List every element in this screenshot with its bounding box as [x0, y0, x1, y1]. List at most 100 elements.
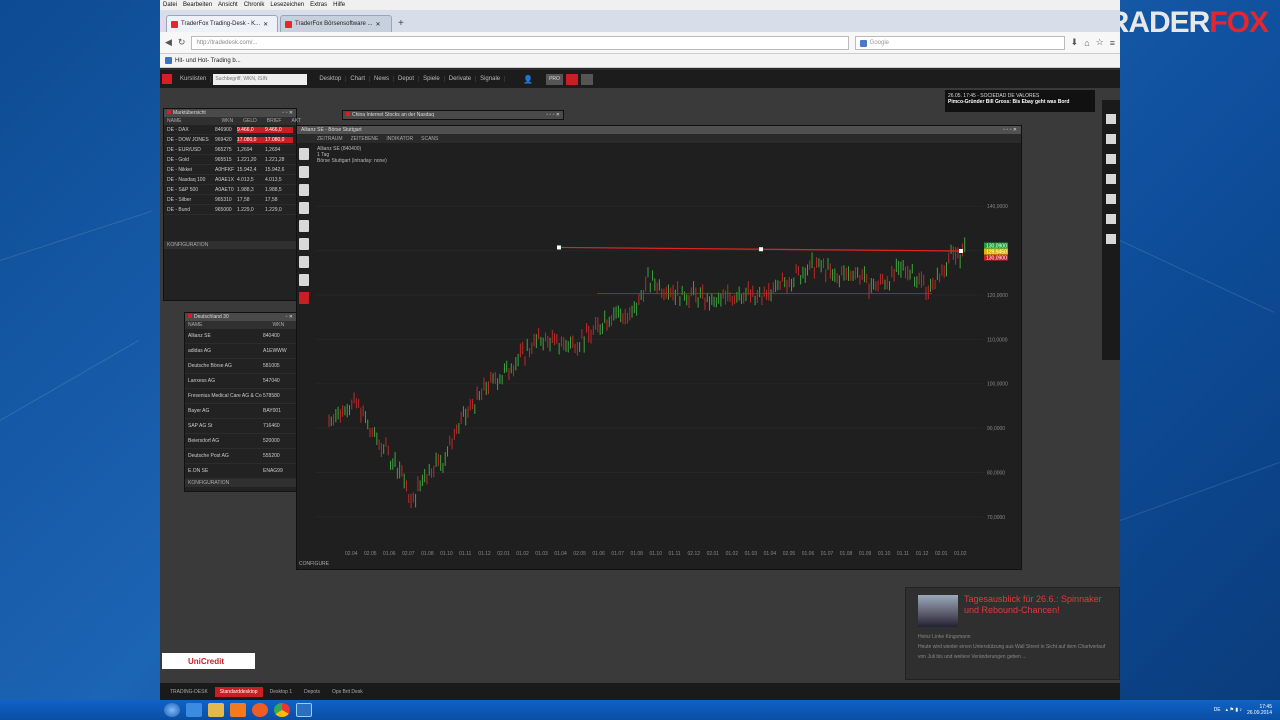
nav-kurslisten[interactable]: Kurslisten [176, 76, 212, 82]
ie-icon[interactable] [186, 703, 202, 717]
table-row[interactable]: DE - S&P 500 A0AET0 1.988,3 1.988,5 [164, 185, 296, 195]
table-row[interactable]: Fresenius Medical Care AG & Co 578580 [185, 389, 296, 404]
table-row[interactable]: DE - Nasdaq 100 A0AE1X 4.013,5 4.013,5 [164, 175, 296, 185]
desk-tab-2[interactable]: Desktop 1 [265, 687, 298, 697]
col-brief[interactable]: BRIEF [267, 118, 282, 124]
nav-news[interactable]: News [370, 76, 395, 82]
table-row[interactable]: Allianz SE 840400 [185, 329, 296, 344]
tray-icons[interactable]: ▴ ⚑ ▮ ♪ [1226, 707, 1242, 713]
explorer-icon[interactable] [208, 703, 224, 717]
browser-tab-1[interactable]: TraderFox Trading-Desk - K... ✕ [166, 15, 278, 32]
media-icon[interactable] [230, 703, 246, 717]
toolbar-indikator[interactable]: INDIKATOR [386, 136, 413, 142]
menu-extras[interactable]: Extras [310, 2, 327, 8]
table-row[interactable]: Beiersdorf AG 520000 [185, 434, 296, 449]
bookmark-item[interactable]: Hit- und Hot- Trading b... [175, 58, 241, 64]
desk-tab-0[interactable]: TRADING-DESK [165, 687, 213, 697]
start-icon[interactable] [164, 703, 180, 717]
panel-header[interactable]: China Internet Stocks an der Nasdaq ▫ ▫ ▫… [343, 111, 563, 119]
menu-ansicht[interactable]: Ansicht [218, 2, 238, 8]
lang-indicator[interactable]: DE [1214, 707, 1221, 713]
table-row[interactable]: Deutsche Börse AG 581005 [185, 359, 296, 374]
desk-tab-1[interactable]: Standarddesktop [214, 686, 263, 697]
menu-hilfe[interactable]: Hilfe [333, 2, 345, 8]
menu-chronik[interactable]: Chronik [244, 2, 265, 8]
toolbar-scans[interactable]: SCANS [421, 136, 438, 142]
download-icon[interactable]: ⬇ [1071, 37, 1079, 48]
window-controls[interactable]: ▫ ▫ ✕ [282, 110, 293, 116]
toolbar-zeitraum[interactable]: ZEITRAUM [317, 136, 343, 142]
table-row[interactable]: Lanxess AG 547040 [185, 374, 296, 389]
browser-tab-2[interactable]: TraderFox Börsensoftware ... ✕ [280, 15, 392, 32]
panel-footer[interactable]: KONFIGURATION [164, 241, 296, 249]
window-controls[interactable]: ▫ ▫ ▫ ✕ [546, 112, 560, 118]
news-title[interactable]: Tagesausblick für 26.6.: Spinnaker und R… [964, 594, 1114, 616]
menu-bearbeiten[interactable]: Bearbeiten [183, 2, 212, 8]
bell-icon[interactable] [1106, 214, 1116, 224]
table-row[interactable]: DE - Bund 965000 1.229,0 1.229,0 [164, 205, 296, 215]
chart-footer[interactable]: CONFIGURE [299, 561, 329, 567]
depot-icon[interactable] [1106, 174, 1116, 184]
news-ticker[interactable]: 26.05. 17:45 - SOCIEDAD DE VALORES Pimco… [945, 90, 1095, 112]
app-search-input[interactable]: Suchbegriff, WKN, ISIN [213, 73, 308, 85]
price-chart[interactable]: 140,0000130,0000120,0000110,0000100,0000… [297, 144, 1021, 564]
table-row[interactable]: DE - Gold 965515 1.221,20 1.221,28 [164, 155, 296, 165]
desk-tab-3[interactable]: Depots [299, 687, 325, 697]
col-wkn[interactable]: WKN [272, 322, 284, 328]
col-name[interactable]: NAME [188, 322, 202, 328]
table-row[interactable]: E.ON SE ENAG99 [185, 464, 296, 479]
menu-lesezeichen[interactable]: Lesezeichen [270, 2, 304, 8]
clock[interactable]: 17:45 26.09.2014 [1247, 704, 1272, 716]
row-wkn: 578580 [263, 393, 280, 399]
reload-icon[interactable]: ↻ [178, 37, 186, 48]
home-icon[interactable]: ⌂ [1084, 38, 1089, 48]
time-tick-label: 01.02 [516, 551, 529, 557]
screen-button[interactable] [580, 73, 593, 85]
nav-signale[interactable]: Signale [476, 76, 506, 82]
table-row[interactable]: Deutsche Post AG 555200 [185, 449, 296, 464]
pro-button[interactable]: PRO [546, 73, 563, 85]
refresh-icon[interactable] [1106, 114, 1116, 124]
app-window-icon[interactable] [296, 703, 312, 717]
close-icon[interactable]: ✕ [263, 21, 268, 28]
desk-tab-4[interactable]: Ops Brit Desk [327, 687, 368, 697]
col-akt[interactable]: AKT [291, 118, 301, 124]
window-controls[interactable]: ▫ ✕ [286, 314, 293, 320]
toolbar-zeitebene[interactable]: ZEITEBENE [351, 136, 379, 142]
firefox-icon[interactable] [252, 703, 268, 717]
counter-icon[interactable] [1106, 134, 1116, 144]
nav-depot[interactable]: Depot [394, 76, 420, 82]
nav-desktop[interactable]: Desktop [315, 76, 347, 82]
back-icon[interactable]: ◀ [165, 37, 172, 48]
table-row[interactable]: DE - DAX 846900 9.466,0 9.466,0 [164, 125, 296, 135]
nav-chart[interactable]: Chart [346, 76, 371, 82]
url-bar[interactable]: http://tradedesk.com/... [191, 35, 849, 50]
edit-icon[interactable] [1106, 234, 1116, 244]
table-row[interactable]: DE - Silber 965310 17,58 17,58 [164, 195, 296, 205]
bookmark-star-icon[interactable]: ☆ [1096, 37, 1104, 48]
col-geld[interactable]: GELD [243, 118, 257, 124]
nav-derivate[interactable]: Derivate [445, 76, 477, 82]
table-row[interactable]: DE - Nikkei A0HFKF 15.942,4 15.942,6 [164, 165, 296, 175]
browser-search[interactable]: Google [854, 35, 1065, 50]
nav-spiele[interactable]: Spiele [419, 76, 445, 82]
table-row[interactable]: Bayer AG BAY001 [185, 404, 296, 419]
panel-footer[interactable]: KONFIGURATION [185, 479, 296, 487]
chrome-icon[interactable] [274, 703, 290, 717]
table-row[interactable]: adidas AG A1EWWW [185, 344, 296, 359]
settings-button[interactable] [565, 73, 578, 85]
calendar-icon[interactable] [1106, 154, 1116, 164]
table-row[interactable]: SAP AG St 716460 [185, 419, 296, 434]
chart-icon[interactable] [1106, 194, 1116, 204]
close-icon[interactable]: ✕ [375, 21, 380, 28]
menu-datei[interactable]: Datei [163, 2, 177, 8]
menu-icon[interactable]: ≡ [1110, 38, 1115, 48]
user-icon[interactable]: 👤 [523, 75, 533, 84]
new-tab-button[interactable]: + [394, 18, 408, 32]
col-wkn[interactable]: WKN [221, 118, 233, 124]
news-teaser[interactable]: Tagesausblick für 26.6.: Spinnaker und R… [905, 587, 1120, 680]
window-controls[interactable]: ▫ ▫ ▫ ✕ [1003, 127, 1017, 133]
table-row[interactable]: DE - EUR/USD 965275 1,2694 1,2694 [164, 145, 296, 155]
table-row[interactable]: DE - DOW JONES 969420 17.080,0 17.080,0 [164, 135, 296, 145]
col-name[interactable]: NAME [167, 118, 181, 124]
